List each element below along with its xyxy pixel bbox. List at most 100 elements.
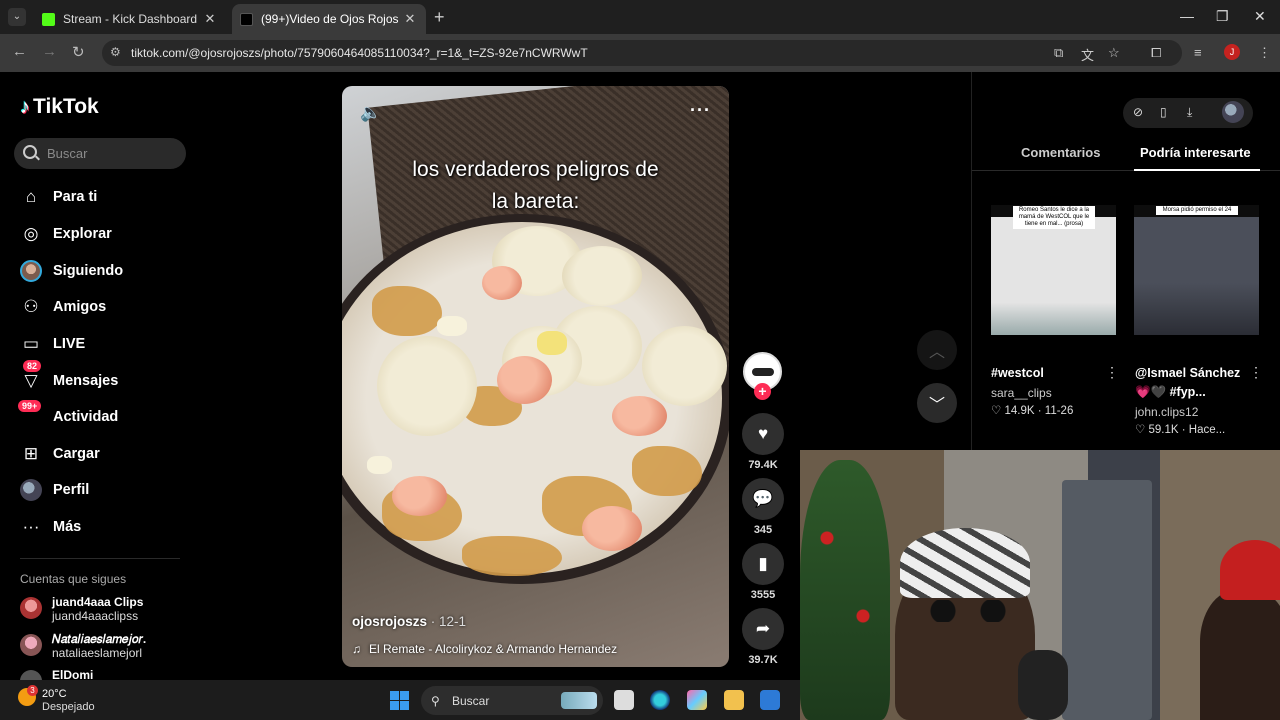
streamer-hat <box>900 528 1030 598</box>
recommended-video-thumbnail[interactable]: Romeo Santos le dice a la mamá de WestCO… <box>991 205 1116 335</box>
more-options-icon[interactable]: ⋮ <box>1105 364 1119 381</box>
nav-cargar[interactable]: ⊞ Cargar <box>20 442 180 466</box>
nav-perfil[interactable]: Perfil <box>20 478 180 502</box>
recommended-title[interactable]: @Ismael Sánchez <box>1135 366 1240 380</box>
recommended-user[interactable]: john.clips12 <box>1135 405 1198 419</box>
nav-mensajes[interactable]: ▽ 82 Mensajes <box>20 360 180 393</box>
chevron-down-icon: ﹀ <box>928 397 945 414</box>
next-video-button[interactable]: ﹀ <box>917 383 957 423</box>
nav-para-ti[interactable]: ⌂ Para ti <box>20 185 180 209</box>
comment-count: 345 <box>753 524 773 536</box>
tab-tiktok-video[interactable]: (99+)Video de Ojos Rojos 🍜🔮 ... ✕ <box>232 4 426 34</box>
volume-icon[interactable]: 🔈 <box>360 103 381 123</box>
tiktok-icon <box>240 12 253 26</box>
maximize-icon[interactable]: ❐ <box>1216 8 1229 25</box>
comment-button[interactable]: 💬 <box>742 478 784 520</box>
recommended-video-thumbnail[interactable]: Morsa pidió permiso el 24 <box>1134 205 1259 335</box>
following-account[interactable]: 𝑁𝑎𝑡𝑎𝑙𝑖𝑎𝑒𝑠𝑙𝑎𝑚𝑒𝑗𝑜𝑟. nataliaeslamejorl <box>20 632 220 662</box>
tiktok-logo[interactable]: ♪ TikTok <box>20 95 99 119</box>
search-input[interactable]: Buscar <box>14 138 186 169</box>
forward-icon[interactable]: → <box>42 43 57 60</box>
more-options-icon[interactable]: ··· <box>690 100 711 121</box>
cornflake <box>462 536 562 576</box>
nav-explorar[interactable]: ◎ Explorar <box>20 222 180 246</box>
site-info-icon[interactable]: ⚙ <box>110 45 121 59</box>
phone-icon[interactable]: ▯ <box>1160 105 1167 119</box>
download-icon[interactable]: ⤓ <box>1187 105 1192 120</box>
second-person <box>1200 590 1280 720</box>
tab-podria-interesarte[interactable]: Podría interesarte <box>1140 145 1251 160</box>
music-title: El Remate - Alcolirykoz & Armando Hernan… <box>369 642 618 656</box>
tab-kick-dashboard[interactable]: Stream - Kick Dashboard ✕ <box>34 4 226 34</box>
search-highlight-image <box>561 692 597 709</box>
music-info[interactable]: ♫ El Remate - Alcolirykoz & Armando Herna… <box>352 642 617 656</box>
banana-slice <box>642 326 727 406</box>
cornflake <box>632 446 702 496</box>
windows-taskbar: 3 20°C Despejado ⚲ Buscar <box>0 680 800 720</box>
nav-actividad[interactable]: 99+ Actividad <box>18 400 180 429</box>
reload-icon[interactable]: ↻ <box>72 43 85 61</box>
nav-siguiendo[interactable]: Siguiendo <box>20 259 180 283</box>
following-account[interactable]: juand4aaa Clips juand4aaaclipss <box>20 595 220 625</box>
like-button[interactable]: ♥ <box>742 413 784 455</box>
video-author[interactable]: ojosrojoszs · 12-1 <box>352 614 466 629</box>
previous-video-button[interactable]: ︿ <box>917 330 957 370</box>
tab-comentarios[interactable]: Comentarios <box>1021 145 1100 160</box>
translate-icon[interactable]: 文 <box>1081 45 1094 64</box>
video-caption: los verdaderos peligros de la bareta: <box>342 154 729 218</box>
close-icon[interactable]: ✕ <box>402 11 418 27</box>
avatar <box>20 597 42 619</box>
taskbar-search-label: Buscar <box>452 694 490 708</box>
nav-mas[interactable]: ··· Más <box>20 515 180 539</box>
save-button[interactable]: ▮ <box>742 543 784 585</box>
account-name: 𝑁𝑎𝑡𝑎𝑙𝑖𝑎𝑒𝑠𝑙𝑎𝑚𝑒𝑗𝑜𝑟. <box>52 632 147 646</box>
weather-badge: 3 <box>27 685 38 696</box>
url-field[interactable]: ⚙ tiktok.com/@ojosrojoszs/photo/75790604… <box>102 40 1182 66</box>
browser-profile-avatar[interactable]: J <box>1224 44 1240 60</box>
browser-menu-icon[interactable]: ⋮ <box>1258 45 1271 61</box>
task-view-icon[interactable] <box>614 690 634 710</box>
install-app-icon[interactable]: ⧉ <box>1054 45 1063 61</box>
recommended-user[interactable]: sara__clips <box>991 386 1052 400</box>
egg-piece <box>437 316 467 336</box>
new-tab-button[interactable]: + <box>434 7 445 28</box>
close-icon[interactable]: ✕ <box>202 11 218 27</box>
messages-icon: ▽ 82 <box>20 360 42 392</box>
minimize-icon[interactable]: — <box>1180 8 1194 24</box>
share-icon: ➦ <box>755 619 771 638</box>
tab-search-icon[interactable]: ⌄ <box>8 8 26 26</box>
edge-icon[interactable] <box>650 690 670 710</box>
tab-title: (99+)Video de Ojos Rojos 🍜🔮 ... <box>261 12 402 26</box>
caption-line: la bareta: <box>491 190 580 213</box>
window-close-icon[interactable]: ✕ <box>1254 8 1266 25</box>
taskbar-search[interactable]: ⚲ Buscar <box>421 686 603 715</box>
fridge <box>1062 480 1152 720</box>
file-explorer-icon[interactable] <box>724 690 744 710</box>
bookmark-star-icon[interactable]: ☆ <box>1108 45 1120 61</box>
back-icon[interactable]: ← <box>12 43 27 60</box>
nav-label: Cargar <box>53 446 100 462</box>
nav-label: Perfil <box>53 482 90 498</box>
banana-slice <box>562 246 642 306</box>
messages-badge: 82 <box>23 360 42 372</box>
extensions-icon[interactable]: ⧠ <box>1151 45 1161 61</box>
follow-plus-button[interactable]: + <box>754 383 771 400</box>
user-avatar[interactable] <box>1222 101 1244 123</box>
url-text: tiktok.com/@ojosrojoszs/photo/7579060464… <box>131 46 588 60</box>
author-name: ojosrojoszs <box>352 614 428 629</box>
activity-badge: 99+ <box>18 400 42 412</box>
compass-tool-icon[interactable]: ⊘ <box>1133 105 1143 119</box>
video-player[interactable]: los verdaderos peligros de la bareta: 🔈 … <box>342 86 729 667</box>
recommended-title[interactable]: #westcol <box>991 366 1044 380</box>
media-control-icon[interactable]: ≡ <box>1194 45 1202 60</box>
nav-amigos[interactable]: ⚇ Amigos <box>20 295 180 319</box>
copilot-icon[interactable] <box>687 690 707 710</box>
nav-live[interactable]: ▭ LIVE <box>20 332 180 356</box>
store-icon[interactable] <box>760 690 780 710</box>
windows-start-icon[interactable] <box>390 691 409 710</box>
more-options-icon[interactable]: ⋮ <box>1249 364 1263 381</box>
recommended-title-line2: 💗🖤 #fyp... <box>1135 385 1206 399</box>
avatar <box>20 634 42 656</box>
share-button[interactable]: ➦ <box>742 608 784 650</box>
shrimp <box>582 506 642 551</box>
